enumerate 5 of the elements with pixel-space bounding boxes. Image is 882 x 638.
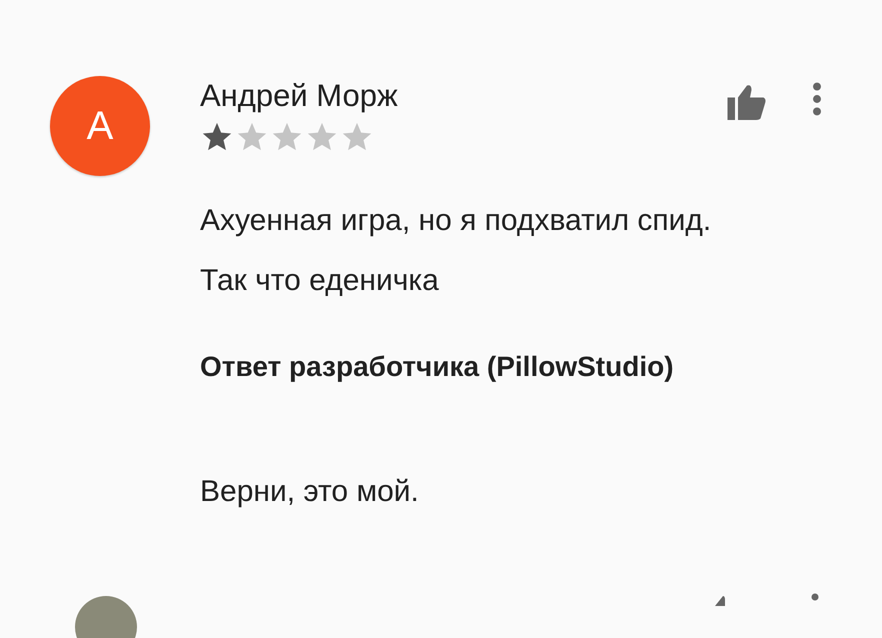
author-name: Андрей Морж [200,77,399,115]
developer-reply-text: Верни, это мой. [200,475,420,509]
developer-reply-heading: Ответ разработчика (PillowStudio) [200,351,675,383]
avatar-letter: А [86,104,114,148]
review-text: Ахуенная игра, но я подхватил спид. Так что еденичка [200,203,712,299]
